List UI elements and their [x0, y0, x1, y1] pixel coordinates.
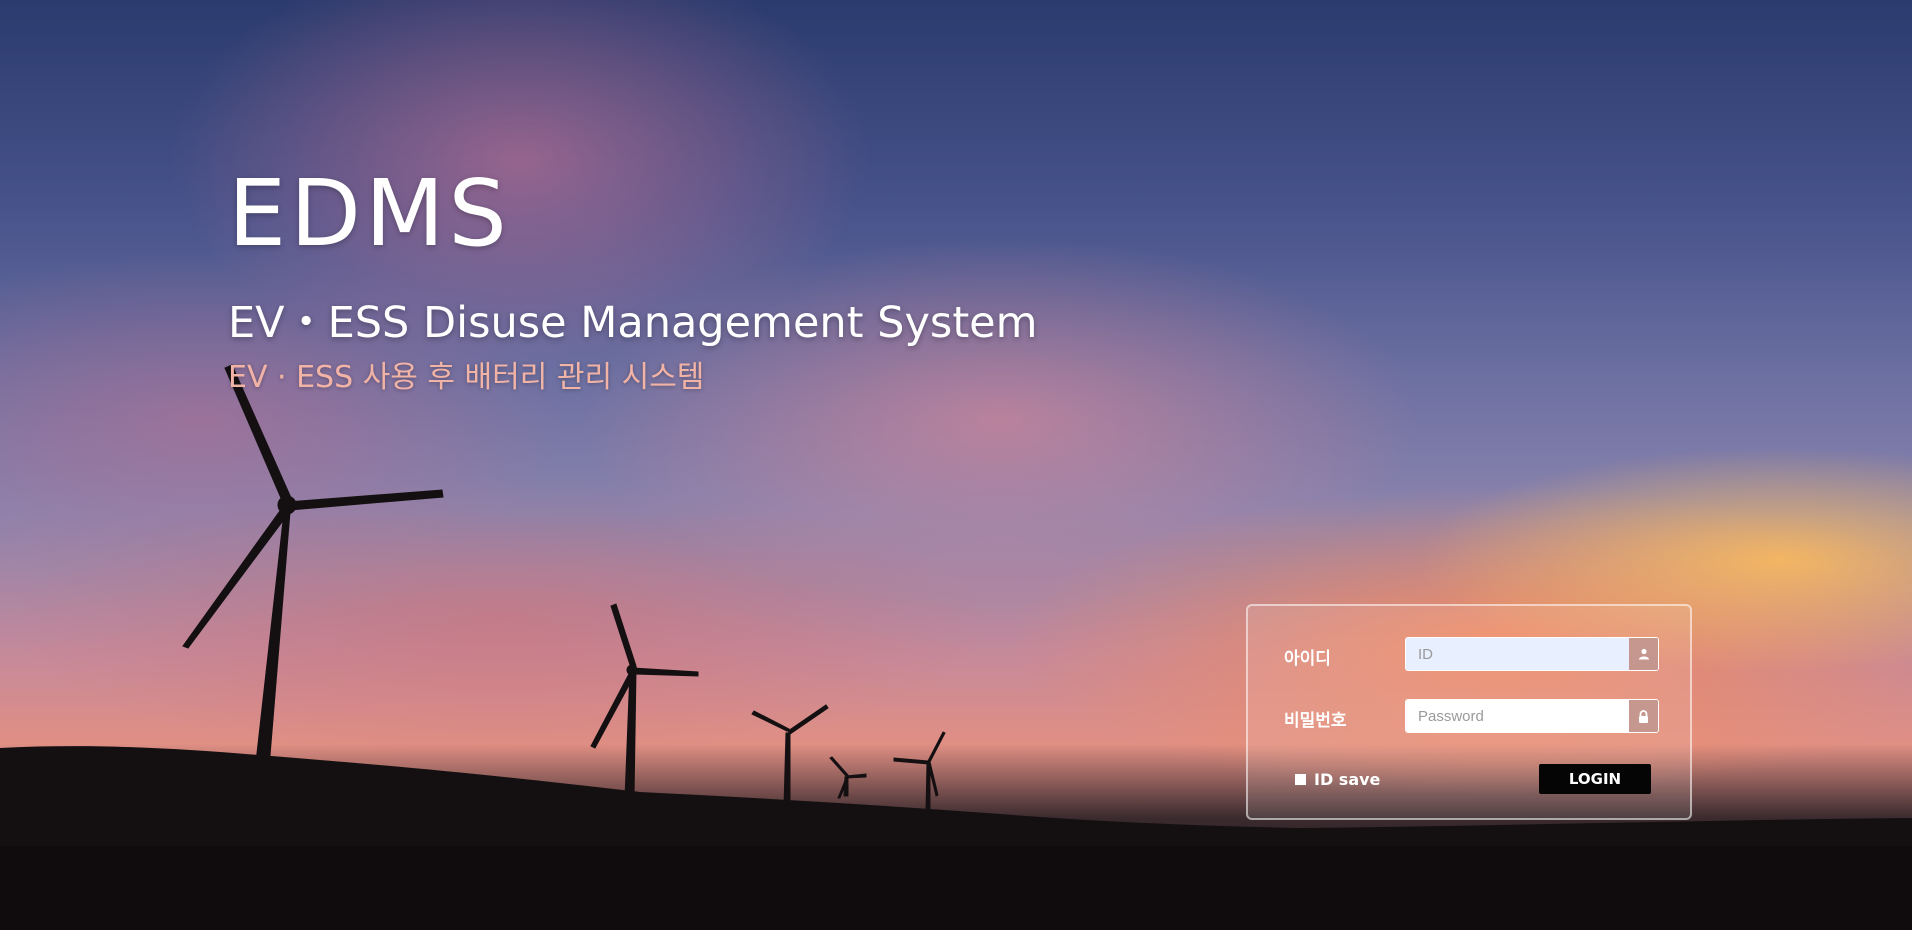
id-input[interactable]: [1406, 638, 1629, 670]
login-form: 아이디 비밀번호 ID save LOGIN: [1246, 604, 1692, 820]
password-label: 비밀번호: [1284, 711, 1347, 731]
app-subtitle: EV・ESS Disuse Management System: [228, 298, 1038, 348]
checkbox-box[interactable]: [1295, 774, 1306, 785]
password-field-group: [1405, 699, 1659, 733]
lock-icon: [1629, 700, 1658, 732]
user-icon: [1629, 638, 1658, 670]
app-title: EDMS: [228, 160, 511, 267]
id-save-label: ID save: [1314, 770, 1381, 789]
password-input[interactable]: [1406, 700, 1629, 732]
id-save-checkbox[interactable]: ID save: [1295, 770, 1380, 789]
brand-block: EDMS EV・ESS Disuse Management System EV …: [228, 168, 1038, 393]
id-field-group: [1405, 637, 1659, 671]
login-button[interactable]: LOGIN: [1539, 764, 1651, 794]
app-subtitle-korean: EV · ESS 사용 후 배터리 관리 시스템: [228, 360, 705, 395]
id-label: 아이디: [1284, 649, 1331, 669]
